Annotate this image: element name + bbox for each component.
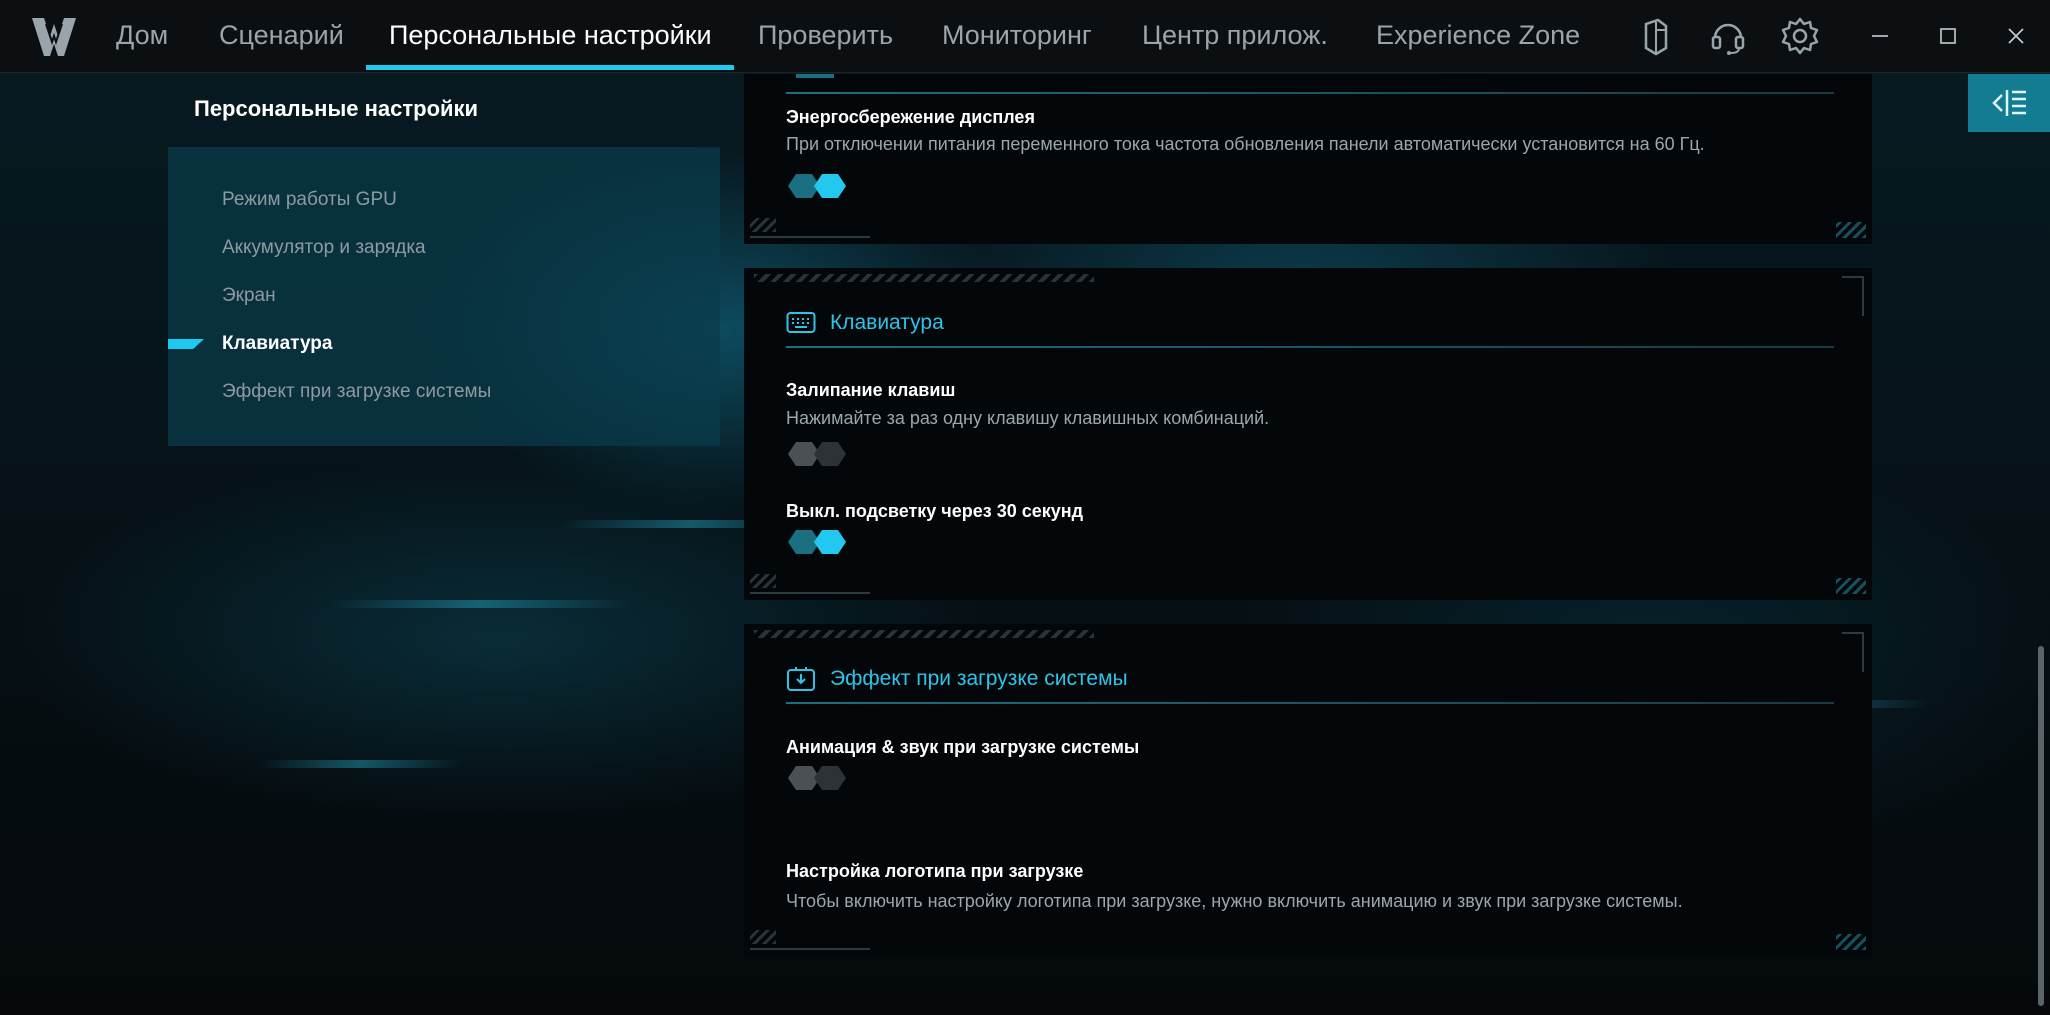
keyboard-section-title: Клавиатура [830, 311, 944, 334]
backlight-timeout-title: Выкл. подсветку через 30 секунд [786, 501, 1084, 521]
toggle-on-segment [814, 766, 846, 790]
boot-effect-section-title: Эффект при загрузке системы [830, 667, 1128, 690]
sidebar-item-screen[interactable]: Экран [222, 285, 276, 307]
sticky-keys-desc: Нажимайте за раз одну клавишу клавишных … [786, 408, 1270, 428]
keyboard-mouse-icon[interactable] [1636, 16, 1676, 56]
sidebar-item-keyboard[interactable]: Клавиатура [222, 333, 332, 355]
display-settings-card: Энергосбережение дисплея При отключении … [744, 74, 1872, 244]
maximize-icon[interactable] [1936, 24, 1960, 48]
card-corner-decor [750, 232, 870, 238]
collapse-list-icon [1992, 90, 2026, 116]
close-icon[interactable] [2004, 24, 2028, 48]
nav-app-center[interactable]: Центр прилож. [1142, 20, 1328, 51]
card-corner-decor [1836, 934, 1866, 950]
sidebar-item-boot-effect[interactable]: Эффект при загрузке системы [222, 381, 491, 403]
nav-home[interactable]: Дом [116, 20, 168, 51]
card-corner-decor [750, 574, 776, 588]
display-power-saving-toggle[interactable] [786, 174, 848, 198]
nav-monitoring[interactable]: Мониторинг [942, 20, 1092, 51]
top-navigation-bar: Дом Сценарий Персональные настройки Пров… [0, 0, 2050, 73]
card-hatch-decor [754, 274, 1094, 282]
vertical-scrollbar[interactable] [2038, 646, 2044, 1006]
boot-effect-icon [787, 667, 815, 691]
keyboard-settings-card: Клавиатура Залипание клавиш Нажимайте за… [744, 268, 1872, 600]
section-divider [786, 346, 1834, 348]
gear-icon[interactable] [1780, 16, 1820, 56]
display-power-saving-title: Энергосбережение дисплея [786, 107, 1035, 127]
nav-experience-zone[interactable]: Experience Zone [1376, 20, 1580, 51]
section-divider [786, 702, 1834, 704]
card-corner-decor [1842, 276, 1864, 316]
boot-logo-title: Настройка логотипа при загрузке [786, 861, 1084, 881]
light-streak [327, 600, 633, 608]
card-corner-decor [750, 930, 776, 944]
display-power-saving-desc: При отключении питания переменного тока … [786, 134, 1705, 154]
toggle-on-segment [814, 530, 846, 554]
backlight-timeout-toggle[interactable] [786, 530, 848, 554]
keyboard-icon [786, 312, 816, 333]
card-corner-decor [750, 588, 870, 594]
card-corner-decor [750, 944, 870, 950]
sidebar-item-gpu-mode[interactable]: Режим работы GPU [222, 189, 397, 211]
nav-personal-settings[interactable]: Персональные настройки [389, 20, 712, 51]
boot-effect-card: Эффект при загрузке системы Анимация & з… [744, 624, 1872, 956]
toggle-on-segment [814, 442, 846, 466]
sticky-keys-toggle[interactable] [786, 442, 848, 466]
predator-logo-icon[interactable] [30, 14, 78, 60]
boot-animation-toggle[interactable] [786, 766, 848, 790]
minimize-icon[interactable] [1868, 24, 1892, 48]
boot-logo-desc: Чтобы включить настройку логотипа при за… [786, 891, 1683, 911]
boot-animation-title: Анимация & звук при загрузке системы [786, 737, 1140, 757]
nav-check[interactable]: Проверить [758, 20, 893, 51]
collapse-panel-button[interactable] [1968, 74, 2050, 132]
headset-icon[interactable] [1708, 16, 1748, 56]
card-corner-decor [750, 218, 776, 232]
active-tab-indicator [366, 65, 734, 70]
light-streak [257, 760, 463, 768]
card-corner-decor [1836, 222, 1866, 238]
card-hatch-decor [754, 630, 1094, 638]
nav-scenario[interactable]: Сценарий [219, 20, 344, 51]
card-corner-decor [1842, 632, 1864, 672]
section-divider [786, 92, 1834, 94]
scrolled-toggle-fragment [796, 74, 834, 78]
sticky-keys-title: Залипание клавиш [786, 380, 956, 400]
sidebar-item-battery[interactable]: Аккумулятор и зарядка [222, 237, 426, 259]
card-corner-decor [1836, 578, 1866, 594]
toggle-on-segment [814, 174, 846, 198]
sidebar-title: Персональные настройки [194, 96, 479, 121]
